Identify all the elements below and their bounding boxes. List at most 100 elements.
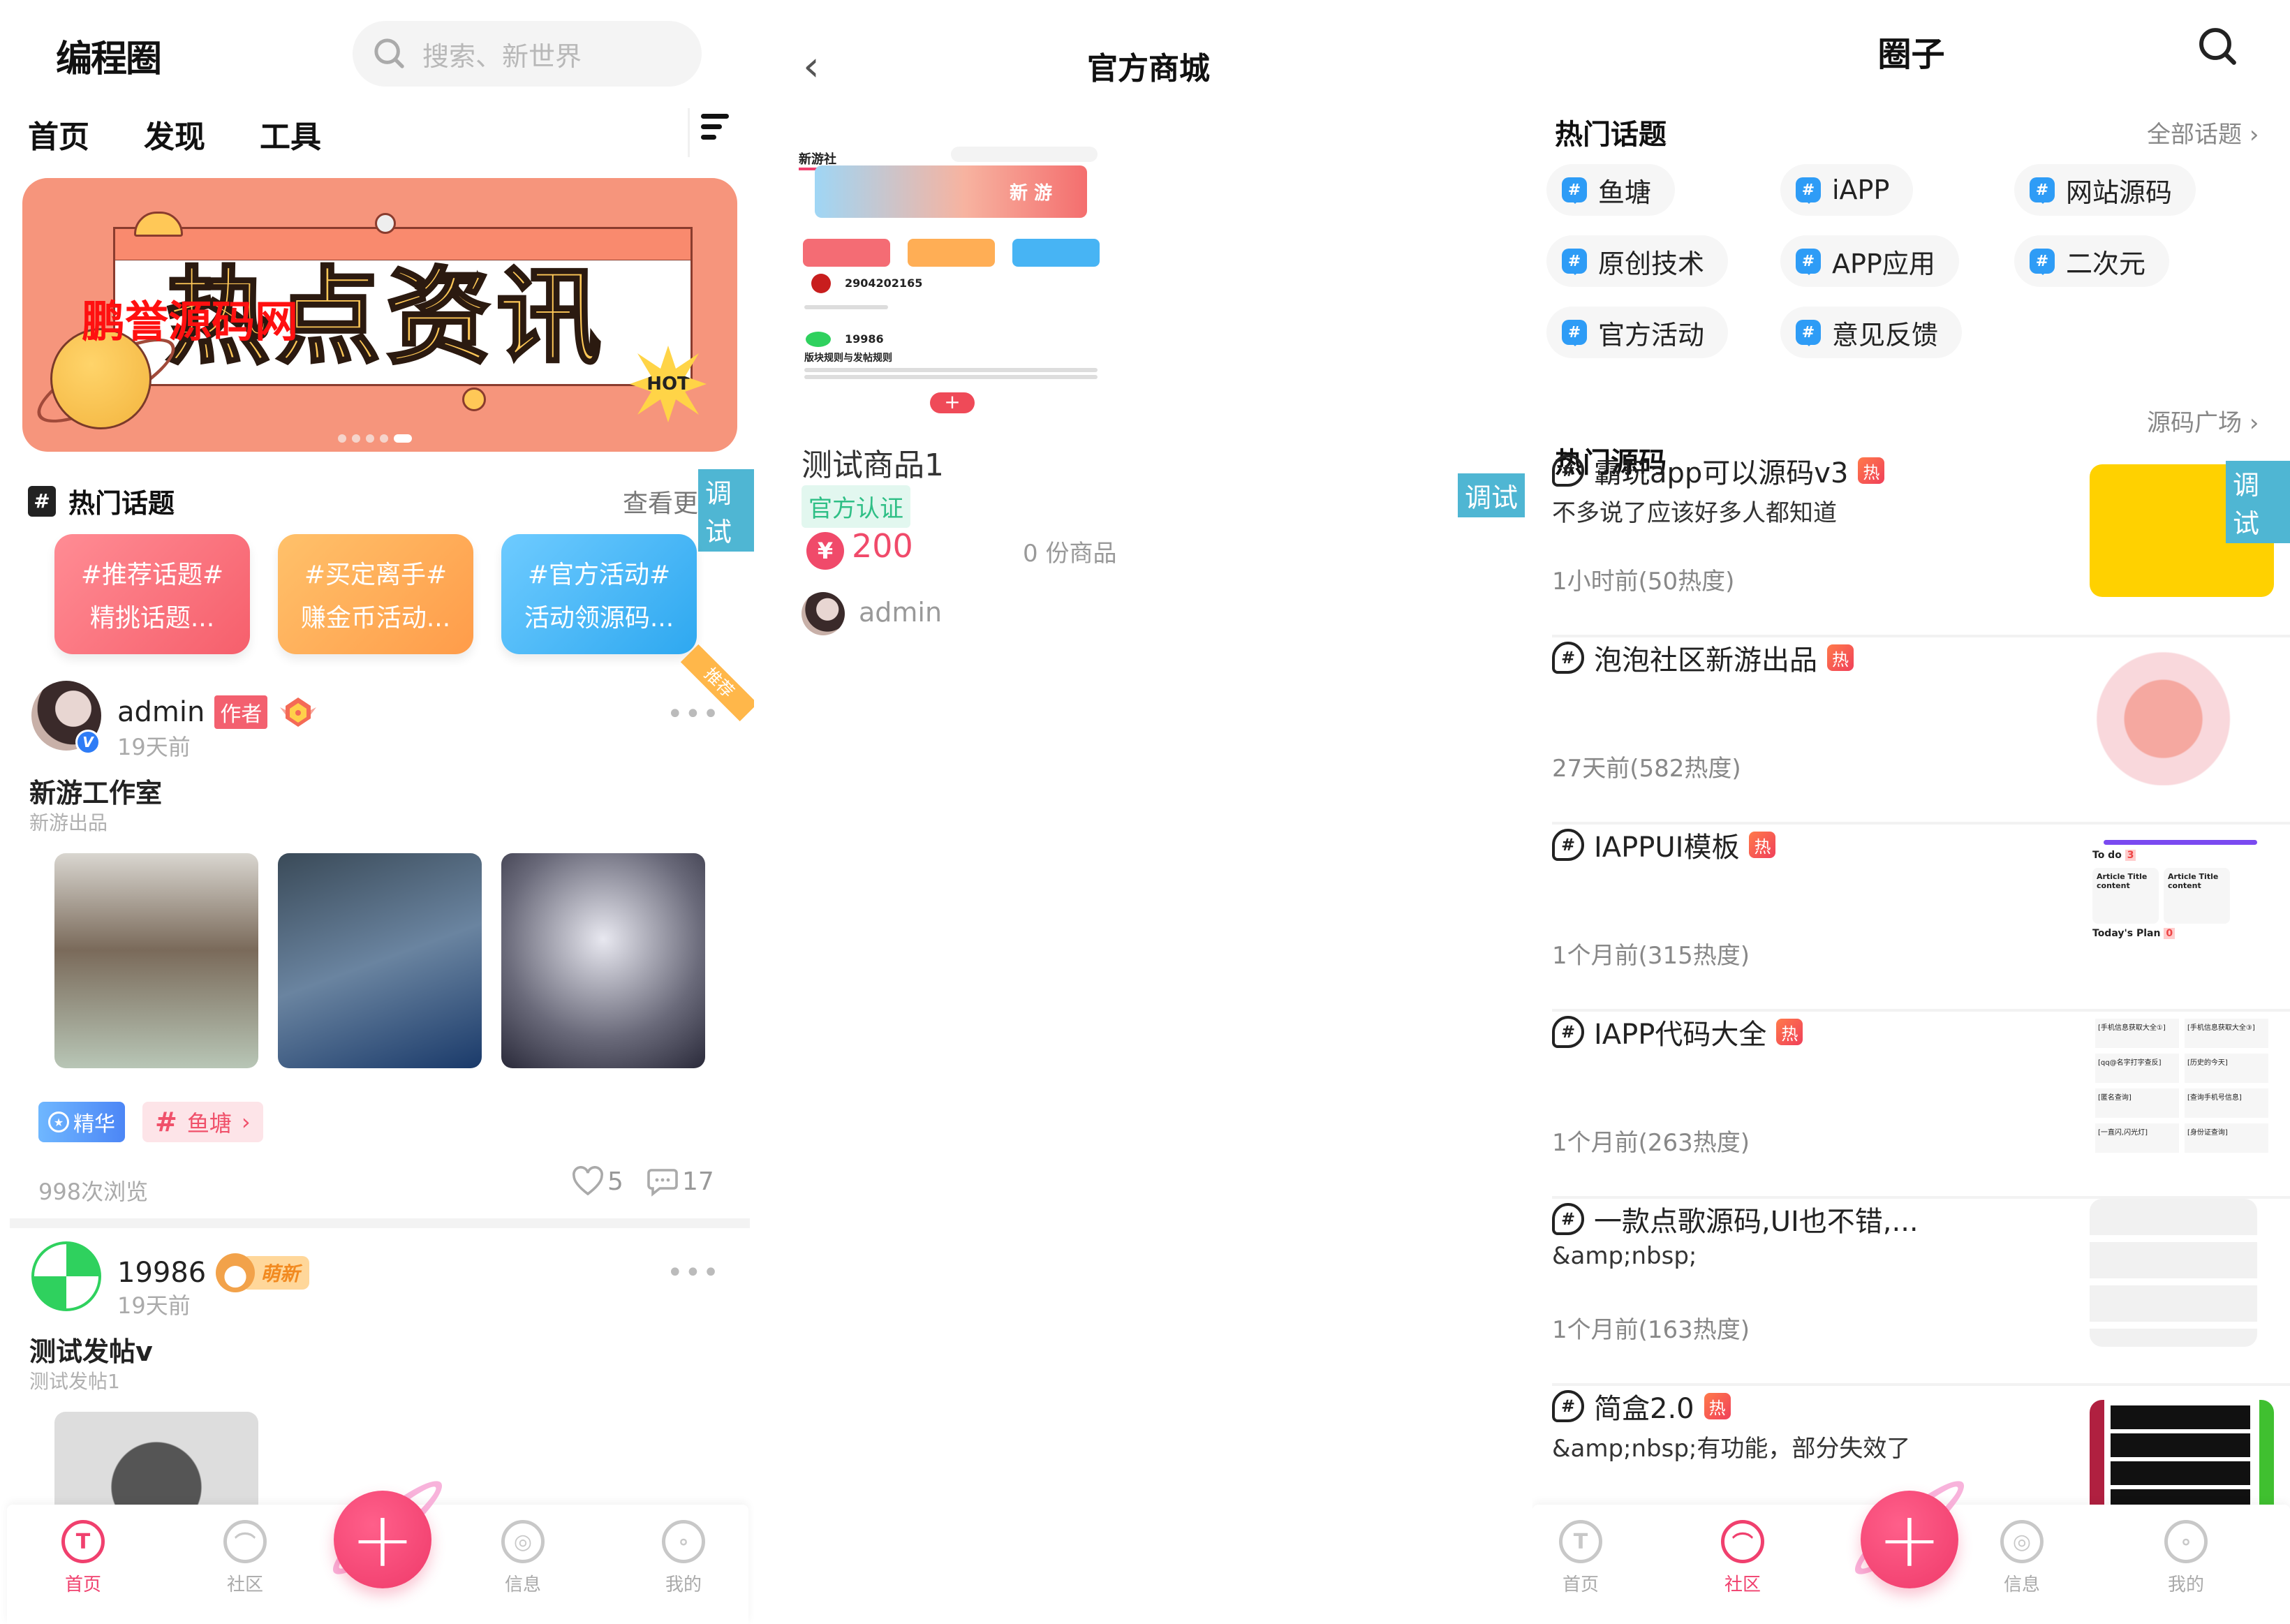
thumb-cell: [手机信息获取大全③] (2185, 1019, 2268, 1048)
product-name: 测试商品1 (802, 448, 944, 483)
topic-chip[interactable]: # 意见反馈 (1780, 307, 1963, 358)
bottom-nav: T 首页 ⌒ 社区 + ◎ 信息 ∘ 我的 (1532, 1470, 2290, 1624)
nav-messages[interactable]: ◎ 信息 (501, 1520, 545, 1596)
nav-label: 社区 (1724, 1574, 1761, 1595)
debug-button[interactable]: 调试 (1458, 473, 1526, 517)
indicator-dot[interactable] (338, 434, 346, 443)
hash-bookmark-icon: # (28, 485, 56, 517)
topic-chip[interactable]: # 官方活动 (1546, 307, 1729, 358)
post-author-row: admin 作者 (117, 695, 319, 730)
source-item[interactable]: # IAPPUI模板热 1个月前(315热度) To do 3 Article T… (1552, 825, 2290, 1012)
post-title[interactable]: 测试发帖v (29, 1330, 153, 1368)
indicator-dot[interactable] (380, 434, 388, 443)
search-icon[interactable] (2196, 24, 2240, 69)
thumb-cell: [qq@名字打字查反] (2095, 1054, 2179, 1083)
post-image[interactable] (501, 853, 705, 1068)
source-item[interactable]: # IAPP代码大全热 1个月前(263热度) [手机信息获取大全①] [手机信息… (1552, 1012, 2290, 1199)
source-thumbnail (2090, 1199, 2257, 1347)
topic-card[interactable]: #推荐话题# 精挑话题... (54, 534, 250, 654)
coin-symbol: ¥ (817, 538, 834, 564)
hot-badge: 热 (1749, 832, 1776, 858)
topic-chip[interactable]: # 原创技术 (1546, 235, 1729, 287)
thumb-line (804, 375, 1098, 379)
topic-card[interactable]: #官方活动# 活动领源码... (501, 534, 697, 654)
featured-tag[interactable]: ★ 精华 (38, 1102, 125, 1142)
nav-community[interactable]: ⌒ 社区 (1721, 1520, 1764, 1596)
post-subtitle: 新游出品 (29, 811, 108, 834)
nav-home[interactable]: T 首页 (1559, 1520, 1602, 1596)
source-item[interactable]: # 霸玩app可以源码v3 热 不多说了应该好多人都知道 1小时前(50热度) 调试 (1552, 450, 2290, 637)
source-plaza-link[interactable]: 源码广场 › (2147, 404, 2259, 438)
source-item[interactable]: # 泡泡社区新游出品热 27天前(582热度) (1552, 637, 2290, 825)
hash-bubble-icon: # (1562, 177, 1587, 204)
post-title[interactable]: 新游工作室 (29, 772, 162, 810)
post-image[interactable] (278, 853, 482, 1068)
circle-screen: 圈子 热门话题 全部话题 › # 鱼塘 # iAPP # 网站源码 # 原创技术 # AP… (1532, 0, 2290, 1624)
nav-home[interactable]: T 首页 (61, 1520, 105, 1596)
hash-bubble-icon: # (1562, 320, 1587, 346)
topic-chip[interactable]: # 二次元 (2014, 235, 2170, 287)
username[interactable]: admin (117, 696, 205, 728)
indicator-dot[interactable] (352, 434, 360, 443)
topic-card[interactable]: #买定离手# 赚金币活动... (278, 534, 473, 654)
tab-tools[interactable]: 工具 (260, 112, 321, 156)
thumb-cell: [历史的今天] (2185, 1054, 2268, 1083)
username[interactable]: 19986 (117, 1257, 206, 1289)
shiba-icon (216, 1253, 256, 1292)
todo-count: 3 (2125, 850, 2136, 861)
source-title: IAPPUI模板 (1594, 832, 1740, 864)
like-count: 5 (607, 1167, 623, 1196)
topic-chip[interactable]: # APP应用 (1780, 235, 1959, 287)
create-post-button[interactable]: + (334, 1491, 431, 1588)
tab-discover[interactable]: 发现 (144, 112, 205, 156)
search-bar[interactable]: 搜索、新世界 (353, 21, 702, 87)
seller-name[interactable]: admin (859, 597, 942, 628)
thumb-bar (2104, 840, 2257, 845)
topic-chip[interactable]: # iAPP (1780, 164, 1914, 216)
indicator-dot[interactable] (366, 434, 374, 443)
hot-topics-header: # 热门话题 (28, 482, 175, 520)
debug-button[interactable]: 调试 (698, 469, 754, 552)
shop-screen: ‹ 官方商城 新游社 新 游 2904202165 19986 版块规则与发帖规… (768, 0, 1529, 1624)
nav-community[interactable]: ⌒ 社区 (223, 1520, 267, 1596)
source-title: 简盒2.0 (1594, 1393, 1694, 1425)
source-title: 霸玩app可以源码v3 (1594, 457, 1849, 489)
star-icon: ★ (48, 1112, 69, 1132)
nav-profile[interactable]: ∘ 我的 (662, 1520, 705, 1596)
seller-avatar[interactable] (802, 592, 845, 635)
message-icon: ◎ (501, 1520, 545, 1563)
tab-home[interactable]: 首页 (27, 110, 89, 156)
menu-icon[interactable] (688, 108, 730, 157)
nav-messages[interactable]: ◎ 信息 (2000, 1520, 2044, 1596)
create-post-button[interactable]: + (1861, 1491, 1958, 1588)
topic-tag[interactable]: # 鱼塘 › (142, 1102, 263, 1142)
all-topics-link[interactable]: 全部话题 › (2147, 115, 2259, 149)
post-divider (10, 1218, 750, 1228)
featured-label: 精华 (73, 1112, 115, 1137)
topic-chip[interactable]: # 鱼塘 (1546, 164, 1676, 216)
post-time: 19天前 (117, 1292, 191, 1319)
comment-button[interactable]: 17 (646, 1166, 714, 1197)
chevron-right-icon: › (2249, 409, 2259, 437)
indicator-dot-active[interactable] (394, 434, 412, 443)
avatar[interactable] (31, 1241, 101, 1311)
thumb-card: Article Title content (2092, 868, 2159, 924)
source-item[interactable]: # 一款点歌源码,UI也不错,... &amp;nbsp; 1个月前(163热度) (1552, 1199, 2290, 1386)
more-options-icon[interactable]: ••• (667, 1257, 721, 1289)
hash-bubble-icon: # (2030, 177, 2055, 204)
like-button[interactable]: 5 (571, 1166, 623, 1197)
product-image[interactable]: 新游社 新 游 2904202165 19986 版块规则与发帖规则 + (790, 134, 1118, 420)
debug-button[interactable]: 调试 (2226, 461, 2290, 543)
hash-bubble-icon: # (1796, 177, 1821, 204)
comment-count: 17 (682, 1167, 714, 1196)
crown-medal-icon (280, 697, 317, 727)
post-image[interactable] (54, 853, 258, 1068)
view-more-link[interactable]: 查看更 (623, 483, 698, 519)
thumb-card: Article Title content (2164, 868, 2230, 924)
banner-carousel[interactable]: 热点资讯 鹏誉源码网 HOT (22, 178, 737, 452)
plan-label: Today's Plan (2092, 928, 2161, 939)
topic-label: 鱼塘 (186, 1110, 232, 1137)
more-options-icon[interactable]: ••• (667, 698, 721, 730)
topic-chip[interactable]: # 网站源码 (2014, 164, 2196, 216)
nav-profile[interactable]: ∘ 我的 (2164, 1520, 2208, 1596)
